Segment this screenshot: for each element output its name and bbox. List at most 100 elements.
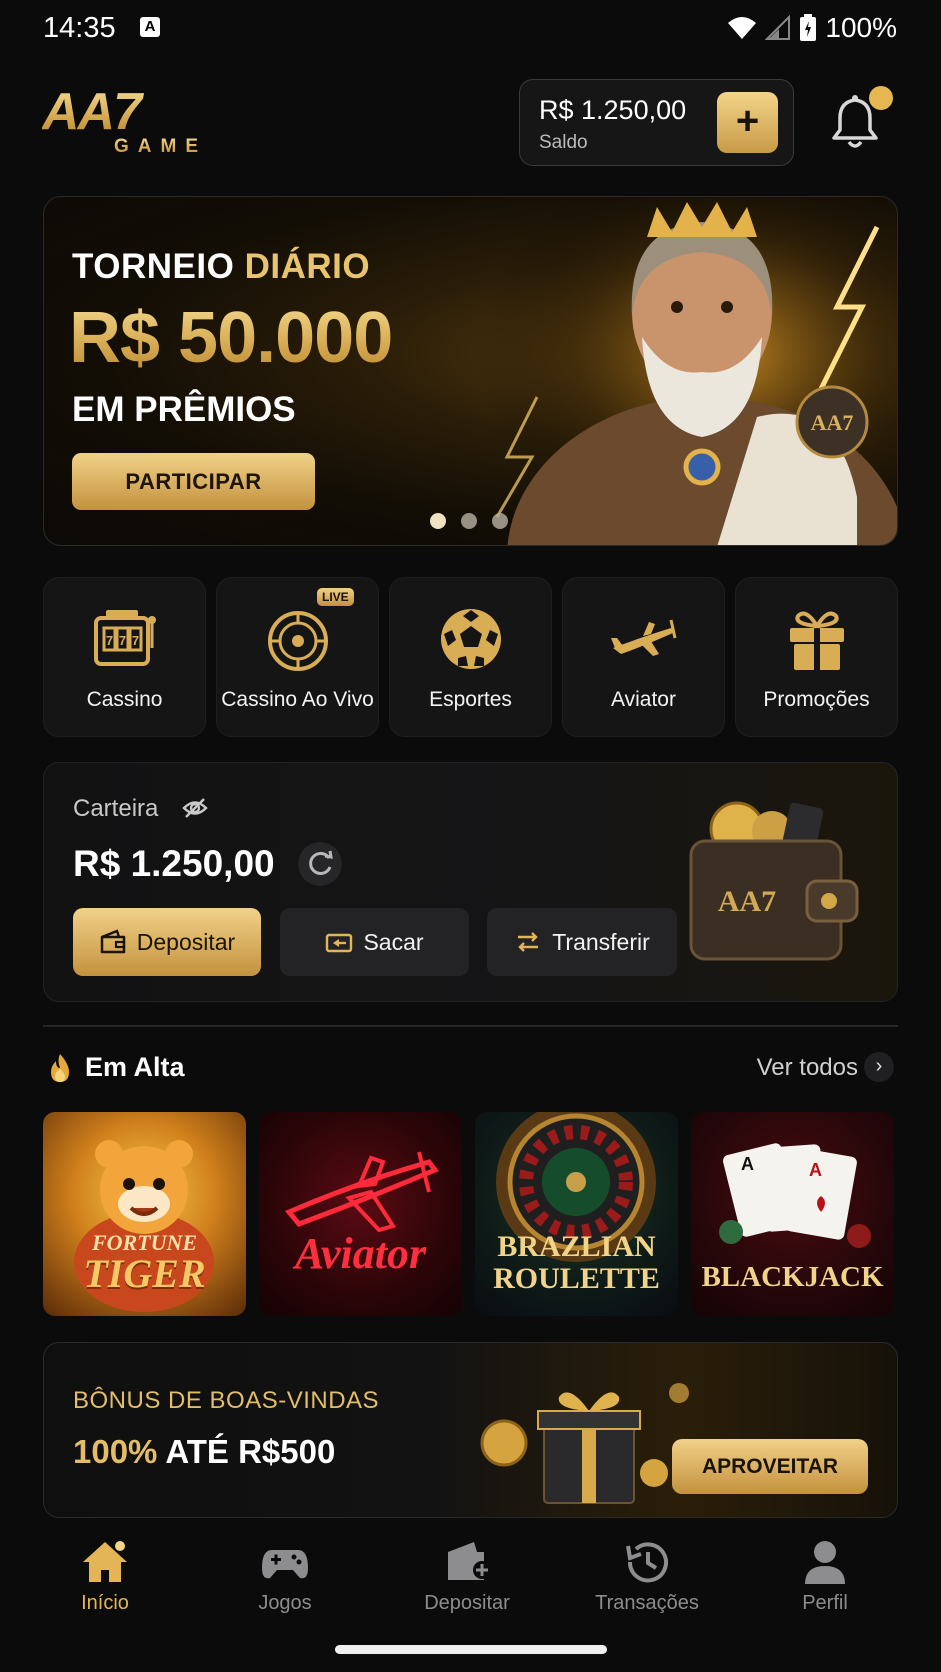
- wallet-illustration: AA7: [689, 801, 859, 961]
- game-title: BRAZLIAN ROULETTE: [475, 1232, 678, 1294]
- category-esportes[interactable]: Esportes: [389, 577, 552, 737]
- wallet-label: Carteira: [73, 795, 159, 822]
- home-icon: [83, 1541, 127, 1582]
- nav-label: Início: [81, 1592, 129, 1614]
- game-title: Aviator: [259, 1232, 462, 1276]
- game-card-brazlian-roulette[interactable]: BRAZLIAN ROULETTE: [475, 1112, 678, 1316]
- nav-perfil[interactable]: Perfil: [745, 1538, 905, 1628]
- trending-games-row: FORTUNE TIGER Aviator BRAZLIAN ROULETTE: [43, 1112, 898, 1316]
- logo-sub-text: GAME: [114, 136, 232, 158]
- home-indicator[interactable]: [335, 1645, 607, 1654]
- svg-text:7: 7: [118, 633, 125, 648]
- category-cassino[interactable]: 7 7 7 Cassino: [43, 577, 206, 737]
- game-title-line1: BLACKJACK: [701, 1261, 884, 1293]
- wallet-card: Carteira R$ 1.250,00 Depositar Sacar Tra…: [43, 762, 898, 1002]
- svg-text:A: A: [741, 1154, 754, 1174]
- game-card-aviator[interactable]: Aviator: [259, 1112, 462, 1316]
- game-title: BLACKJACK: [691, 1263, 894, 1292]
- trending-title: Em Alta: [85, 1052, 185, 1082]
- balance-amount: R$ 1.250,00: [539, 95, 687, 125]
- cash-withdraw-icon: [326, 933, 353, 953]
- game-card-blackjack[interactable]: A A BLACKJACK: [691, 1112, 894, 1316]
- nav-inicio[interactable]: Início: [25, 1538, 185, 1628]
- category-label: Esportes: [429, 688, 512, 711]
- deposit-button[interactable]: Depositar: [73, 908, 261, 976]
- wallet-amount: R$ 1.250,00: [73, 843, 275, 884]
- wifi-icon: [728, 17, 757, 39]
- chevron-right-icon[interactable]: ›: [864, 1052, 894, 1082]
- section-divider: [43, 1025, 898, 1027]
- game-card-fortune-tiger[interactable]: FORTUNE TIGER: [43, 1112, 246, 1316]
- status-bar: 14:35 A 100%: [0, 0, 941, 56]
- refresh-button[interactable]: [298, 842, 342, 886]
- carousel-dot[interactable]: [430, 513, 446, 529]
- transfer-icon: [518, 932, 539, 952]
- banner-title: TORNEIO DIÁRIO: [72, 247, 370, 287]
- gift-coins-illustration: [480, 1383, 689, 1504]
- withdraw-button[interactable]: Sacar: [280, 908, 469, 976]
- nav-depositar[interactable]: Depositar: [387, 1538, 547, 1628]
- nav-label: Perfil: [802, 1592, 848, 1614]
- notification-dot: [869, 86, 893, 110]
- category-label: Aviator: [611, 688, 676, 711]
- status-indicators: 100%: [727, 12, 897, 44]
- wallet-badge-text: AA7: [718, 885, 776, 918]
- plane-neon-illustration: [284, 1151, 439, 1233]
- bonus-title: 100% ATÉ R$500: [73, 1433, 335, 1471]
- carousel-dot[interactable]: [492, 513, 508, 529]
- app-header: AA7 GAME R$ 1.250,00 Saldo +: [0, 72, 941, 172]
- airplane-icon: [610, 619, 676, 656]
- bonus-title-amount: ATÉ R$500: [165, 1433, 336, 1470]
- game-title-line2: ROULETTE: [493, 1262, 660, 1295]
- nav-label: Transações: [595, 1592, 699, 1614]
- nav-transacoes[interactable]: Transações: [567, 1538, 727, 1628]
- bonus-title-percent: 100%: [73, 1433, 158, 1470]
- wallet-icon: [100, 929, 126, 954]
- category-label: Cassino Ao Vivo: [221, 688, 374, 711]
- game-title: FORTUNE TIGER: [43, 1232, 246, 1294]
- banner-prize-amount: R$ 50.000: [69, 298, 393, 378]
- history-icon: [626, 1542, 668, 1583]
- category-cassino-ao-vivo[interactable]: LIVE Cassino Ao Vivo: [216, 577, 379, 737]
- nav-jogos[interactable]: Jogos: [205, 1538, 365, 1628]
- logo[interactable]: AA7 GAME: [42, 86, 232, 172]
- welcome-bonus-banner[interactable]: BÔNUS DE BOAS-VINDAS 100% ATÉ R$500 APRO…: [43, 1342, 898, 1518]
- refresh-icon: [309, 850, 333, 875]
- nav-label: Jogos: [258, 1592, 312, 1614]
- status-time: 14:35: [43, 12, 116, 44]
- bonus-kicker: BÔNUS DE BOAS-VINDAS: [73, 1387, 380, 1414]
- hide-balance-icon[interactable]: [182, 797, 208, 819]
- carousel-dots: [430, 513, 508, 529]
- battery-icon: [800, 14, 817, 41]
- hero-banner[interactable]: TORNEIO DIÁRIO R$ 50.000 EM PRÊMIOS PART…: [43, 196, 898, 546]
- deposit-label: Depositar: [136, 928, 236, 955]
- notification-badge-icon: A: [140, 17, 160, 37]
- banner-title-prefix: TORNEIO: [72, 247, 235, 286]
- balance-pill[interactable]: R$ 1.250,00 Saldo +: [519, 79, 794, 166]
- transfer-button[interactable]: Transferir: [487, 908, 677, 976]
- user-icon: [805, 1541, 845, 1584]
- zeus-illustration: AA7: [477, 197, 897, 545]
- category-aviator[interactable]: Aviator: [562, 577, 725, 737]
- carousel-dot[interactable]: [461, 513, 477, 529]
- balance-label: Saldo: [539, 132, 588, 153]
- participate-button[interactable]: PARTICIPAR: [72, 453, 315, 510]
- category-promocoes[interactable]: Promoções: [735, 577, 898, 737]
- claim-bonus-button[interactable]: APROVEITAR: [672, 1439, 868, 1494]
- roulette-chip-icon: [267, 611, 328, 671]
- nav-label: Depositar: [424, 1592, 510, 1614]
- see-all-link[interactable]: Ver todos: [757, 1054, 858, 1082]
- cell-signal-icon: [765, 15, 791, 40]
- add-funds-button[interactable]: +: [717, 92, 778, 153]
- banner-subtitle: EM PRÊMIOS: [72, 390, 296, 429]
- svg-text:7: 7: [131, 633, 138, 648]
- svg-text:A: A: [809, 1160, 822, 1180]
- transfer-label: Transferir: [552, 928, 650, 955]
- wallet-add-icon: [448, 1542, 491, 1580]
- battery-percent: 100%: [825, 12, 897, 43]
- game-title-line1: Aviator: [294, 1229, 427, 1278]
- svg-text:7: 7: [105, 633, 112, 648]
- fire-icon: [51, 1054, 69, 1082]
- bottom-navigation: Início Jogos Depositar Transações Perfil: [0, 1526, 941, 1636]
- shield-badge-text: AA7: [811, 410, 854, 435]
